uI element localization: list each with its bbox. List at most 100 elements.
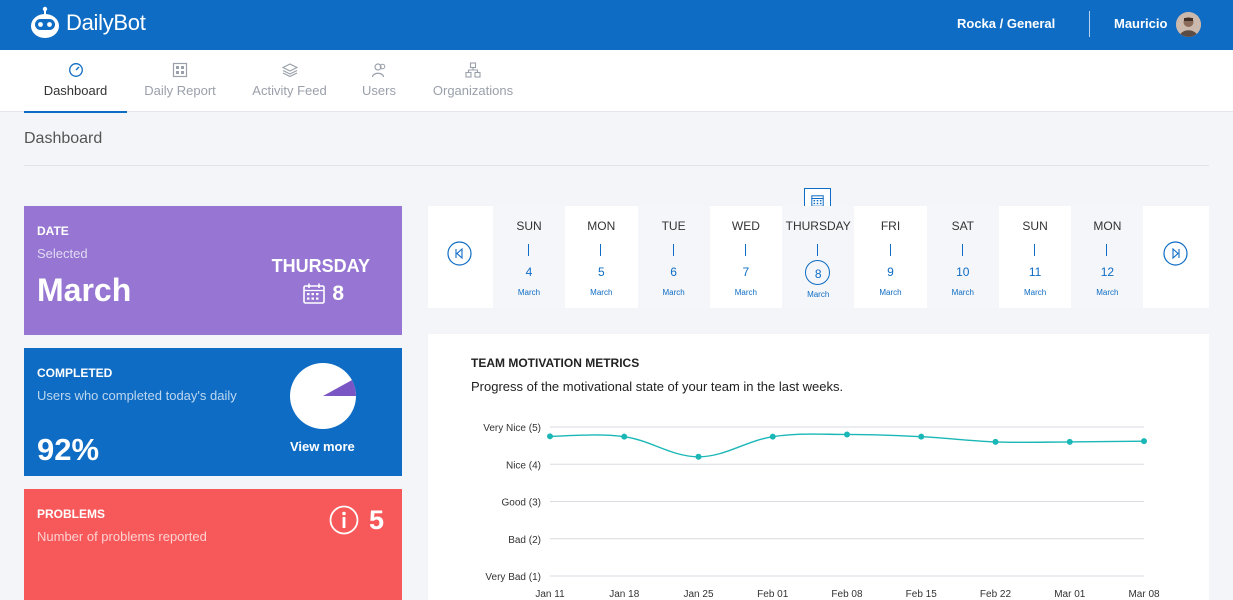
- data-point: [1141, 438, 1147, 445]
- tab-label: Daily Report: [144, 83, 216, 98]
- view-more-link[interactable]: View more: [290, 439, 355, 454]
- tab-label: Organizations: [432, 83, 514, 98]
- motivation-metrics-panel: TEAM MOTIVATION METRICS Progress of the …: [428, 334, 1209, 600]
- day-name: TUE: [661, 219, 686, 233]
- day-name: FRI: [880, 219, 901, 233]
- brand-name: DailyBot: [66, 10, 146, 35]
- day-tick: [672, 244, 674, 256]
- date-picker-day[interactable]: SUN 11 March: [999, 206, 1071, 308]
- team-selector[interactable]: Rocka / General: [957, 16, 1055, 31]
- tab-users[interactable]: Users: [356, 50, 402, 112]
- day-month: March: [734, 288, 757, 297]
- y-tick-label: Very Nice (5): [483, 423, 541, 434]
- day-month: March: [590, 288, 613, 297]
- y-tick-label: Very Bad (1): [485, 572, 541, 583]
- layers-icon: [281, 63, 298, 78]
- data-point: [844, 431, 850, 438]
- x-tick-label: Jan 18: [609, 589, 639, 600]
- day-name: SAT: [951, 219, 975, 233]
- card-title: PROBLEMS: [37, 507, 106, 521]
- robot-logo-icon: [31, 6, 59, 38]
- problems-card: PROBLEMS Number of problems reported 5: [24, 489, 402, 600]
- previous-week-button[interactable]: [447, 241, 472, 266]
- day-month: March: [1023, 288, 1047, 297]
- day-month: March: [662, 288, 685, 297]
- x-tick-label: Feb 01: [757, 589, 789, 600]
- day-tick: [1106, 244, 1108, 256]
- date-picker-day[interactable]: TUE 6 March: [637, 206, 710, 308]
- tab-dashboard[interactable]: Dashboard: [24, 50, 127, 113]
- card-title: COMPLETED: [37, 366, 113, 380]
- card-subtitle: Users who completed today's daily: [37, 388, 237, 403]
- problems-count: 5: [369, 505, 385, 535]
- data-point: [695, 453, 702, 460]
- day-tick: [961, 244, 963, 256]
- avatar[interactable]: [1176, 12, 1201, 37]
- date-picker-day[interactable]: FRI 9 March: [855, 206, 927, 308]
- x-tick-label: Feb 15: [906, 589, 938, 600]
- day-name: WED: [731, 219, 760, 233]
- data-point: [918, 433, 925, 440]
- day-month: March: [1096, 288, 1119, 297]
- day-month: March: [951, 288, 974, 297]
- day-number: 10: [956, 265, 970, 279]
- date-picker-day[interactable]: SUN 4 March: [493, 206, 565, 308]
- tab-label: Users: [362, 83, 396, 98]
- day-name: MON: [1093, 219, 1122, 233]
- top-bar: DailyBot Rocka / General Mauricio: [0, 0, 1233, 50]
- tab-organizations[interactable]: Organizations: [424, 50, 522, 112]
- y-tick-label: Good (3): [502, 498, 541, 509]
- speedometer-icon: [68, 63, 83, 77]
- selected-day: 8: [332, 282, 344, 305]
- day-number: 12: [1100, 265, 1115, 279]
- day-name: MON: [587, 219, 616, 233]
- date-picker-day[interactable]: SAT 10 March: [926, 206, 999, 308]
- x-tick-label: Mar 01: [1054, 589, 1086, 600]
- day-number: 6: [670, 265, 677, 279]
- calendar-icon: [303, 283, 325, 304]
- data-point: [769, 433, 776, 440]
- next-week-button[interactable]: [1163, 241, 1188, 266]
- main-nav: Dashboard Daily Report Activity Feed Use…: [0, 50, 1233, 113]
- y-tick-label: Bad (2): [508, 535, 541, 546]
- tab-activity-feed[interactable]: Activity Feed: [245, 50, 334, 112]
- date-picker-day-selected[interactable]: THURSDAY 8 March: [782, 206, 855, 308]
- day-name: SUN: [516, 219, 542, 233]
- x-tick-label: Mar 08: [1128, 589, 1160, 600]
- day-tick: [600, 244, 602, 256]
- data-point: [621, 433, 628, 440]
- page-title: Dashboard: [24, 130, 103, 147]
- tab-daily-report[interactable]: Daily Report: [137, 50, 223, 112]
- day-month: March: [517, 288, 541, 297]
- title-divider: [24, 165, 1209, 166]
- data-point: [1066, 438, 1073, 445]
- day-number: 8: [814, 267, 822, 281]
- date-picker-day[interactable]: MON 12 March: [1071, 206, 1144, 308]
- card-subtitle: Selected: [37, 246, 88, 261]
- day-month: March: [807, 290, 830, 299]
- date-picker-day[interactable]: MON 5 March: [565, 206, 637, 308]
- tab-label: Dashboard: [43, 83, 108, 98]
- brand[interactable]: DailyBot: [30, 6, 146, 40]
- day-number: 4: [525, 265, 533, 279]
- day-tick: [889, 244, 891, 256]
- day-month: March: [879, 288, 902, 297]
- date-picker: SUN 4 March MON 5 March TUE 6 March WED 7 March THUR…: [428, 206, 1209, 308]
- info-icon: [329, 505, 359, 535]
- x-tick-label: Jan 11: [535, 589, 565, 600]
- users-icon: [371, 63, 386, 78]
- tab-label: Activity Feed: [252, 83, 327, 98]
- day-number: 5: [597, 265, 605, 279]
- card-subtitle: Number of problems reported: [37, 529, 207, 544]
- selected-weekday: THURSDAY: [271, 256, 370, 276]
- user-name[interactable]: Mauricio: [1114, 16, 1167, 31]
- day-tick: [744, 244, 746, 256]
- day-tick: [528, 244, 529, 256]
- day-number: 9: [887, 265, 894, 279]
- org-chart-icon: [465, 62, 481, 78]
- x-tick-label: Feb 08: [831, 589, 863, 600]
- series-line: [549, 433, 1145, 458]
- day-tick: [817, 244, 819, 256]
- date-picker-day[interactable]: WED 7 March: [710, 206, 782, 308]
- selected-month: March: [37, 272, 132, 308]
